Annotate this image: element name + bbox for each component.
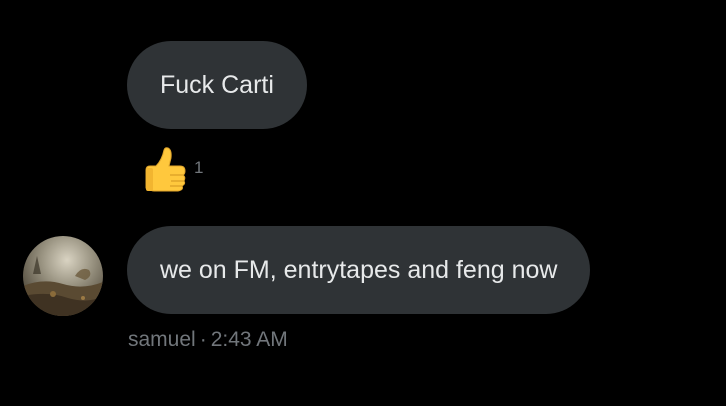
reaction-count: 1: [194, 158, 204, 177]
avatar[interactable]: [23, 236, 103, 316]
message-meta: samuel · 2:43 AM: [128, 328, 288, 352]
message-bubble[interactable]: we on FM, entrytapes and feng now: [127, 226, 591, 314]
author-name[interactable]: samuel: [128, 328, 196, 351]
reaction-chip[interactable]: 1: [140, 146, 203, 196]
message-bubble[interactable]: Fuck Carti: [127, 41, 307, 129]
timestamp: 2:43 AM: [210, 328, 288, 351]
thumbs-up-icon: [140, 146, 188, 196]
separator: ·: [199, 328, 207, 351]
message-thread: Fuck Carti 1 we on FM, entrytapes and fe…: [0, 0, 726, 406]
